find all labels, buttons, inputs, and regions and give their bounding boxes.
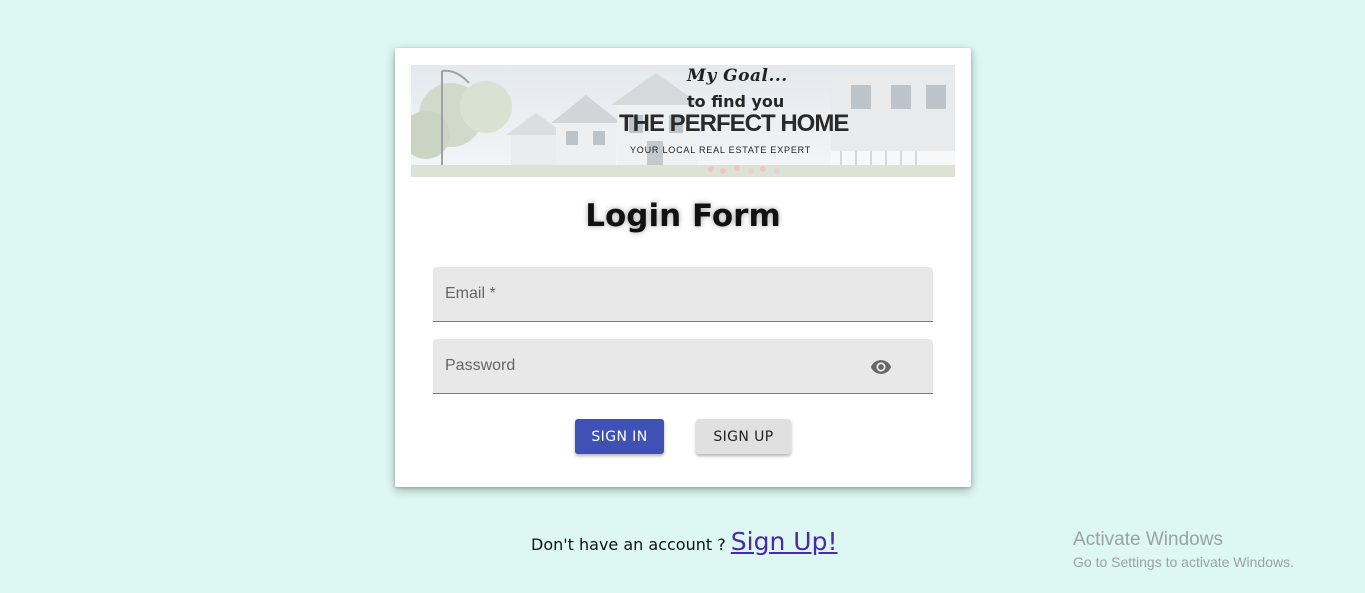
banner-goal-text: My Goal... bbox=[687, 66, 788, 86]
windows-activation-watermark: Activate Windows Go to Settings to activ… bbox=[1073, 529, 1294, 570]
password-field bbox=[433, 339, 933, 394]
login-card: My Goal... to find you THE PERFECT HOME … bbox=[395, 48, 971, 487]
password-input[interactable] bbox=[433, 339, 933, 393]
banner-text: My Goal... to find you THE PERFECT HOME … bbox=[411, 65, 955, 177]
watermark-subtitle: Go to Settings to activate Windows. bbox=[1073, 554, 1294, 570]
banner-image: My Goal... to find you THE PERFECT HOME … bbox=[411, 65, 955, 177]
form-title: Login Form bbox=[585, 198, 781, 234]
signup-prompt-text: Don't have an account ? bbox=[531, 535, 731, 554]
banner-headline: THE PERFECT HOME bbox=[619, 110, 849, 137]
watermark-title: Activate Windows bbox=[1073, 529, 1223, 550]
banner-find-text: to find you bbox=[687, 92, 785, 111]
sign-up-button[interactable]: SIGN UP bbox=[696, 419, 791, 454]
sign-up-link[interactable]: Sign Up! bbox=[731, 527, 838, 556]
sign-in-button[interactable]: SIGN IN bbox=[575, 419, 664, 454]
eye-icon[interactable] bbox=[869, 356, 893, 378]
email-field bbox=[433, 267, 933, 322]
email-input[interactable] bbox=[433, 267, 933, 321]
banner-tagline: YOUR LOCAL REAL ESTATE EXPERT bbox=[630, 145, 812, 155]
signup-prompt: Don't have an account ? Sign Up! bbox=[531, 527, 837, 556]
